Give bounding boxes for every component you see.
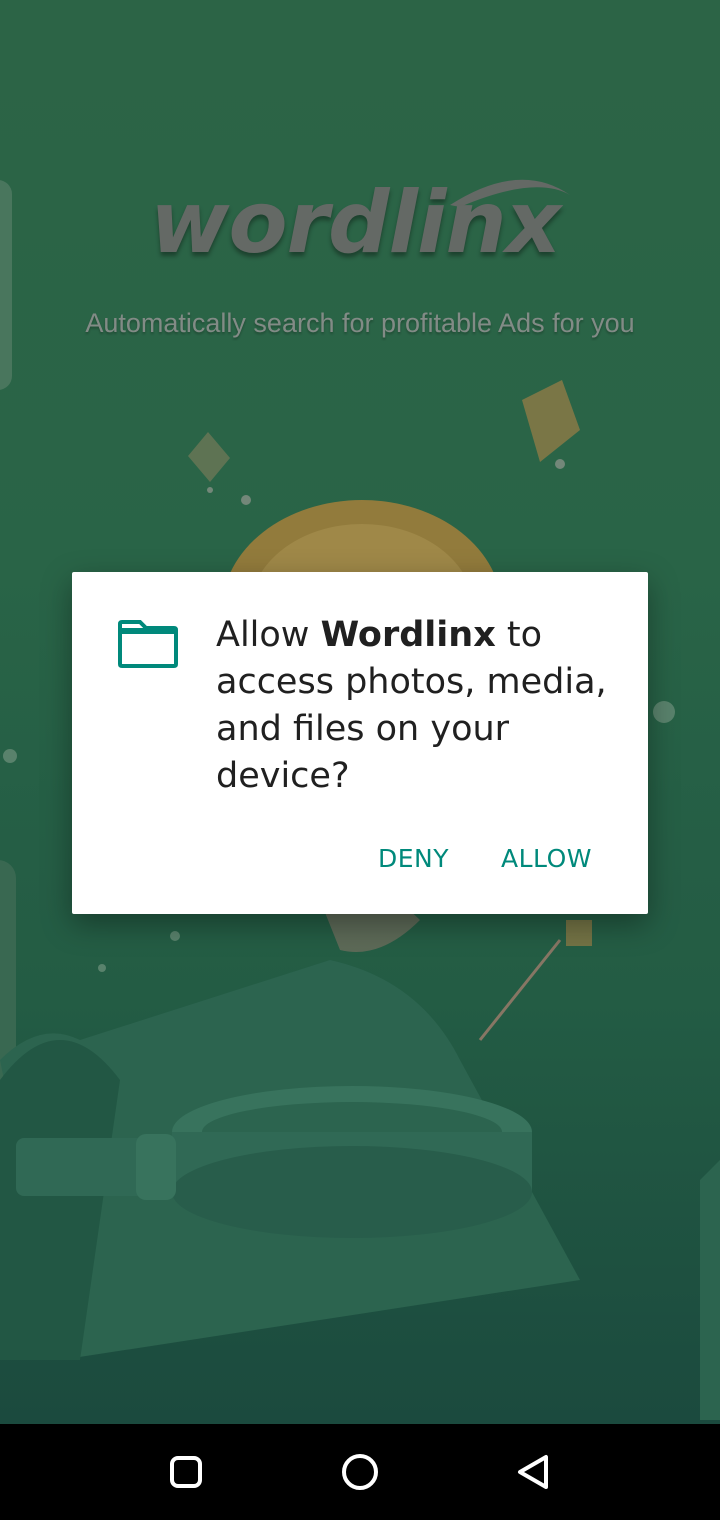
triangle-back-icon[interactable] bbox=[504, 1442, 564, 1502]
dialog-actions: DENY ALLOW bbox=[346, 834, 612, 883]
message-prefix: Allow bbox=[216, 615, 321, 655]
app-name: Wordlinx bbox=[320, 615, 496, 655]
screen: wordlinx Automatically search for profit… bbox=[0, 0, 720, 1520]
deny-button[interactable]: DENY bbox=[358, 834, 469, 883]
folder-icon bbox=[118, 620, 178, 668]
circle-home-icon[interactable] bbox=[330, 1442, 390, 1502]
permission-dialog: Allow Wordlinx to access photos, media, … bbox=[72, 572, 648, 914]
square-recents-icon[interactable] bbox=[156, 1442, 216, 1502]
navigation-bar bbox=[0, 1424, 720, 1520]
dialog-message: Allow Wordlinx to access photos, media, … bbox=[216, 612, 626, 800]
allow-button[interactable]: ALLOW bbox=[481, 834, 612, 883]
